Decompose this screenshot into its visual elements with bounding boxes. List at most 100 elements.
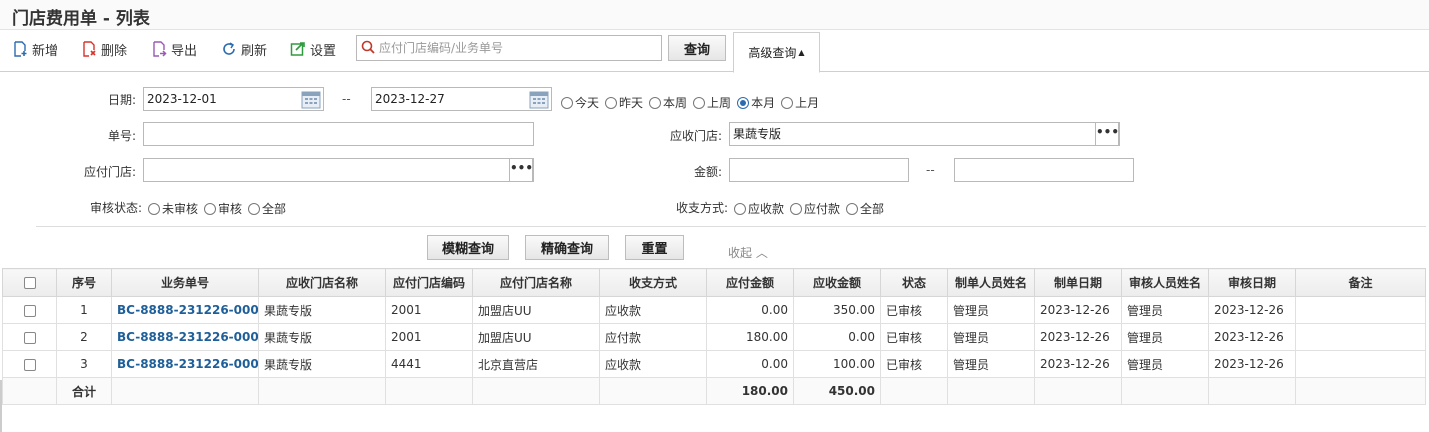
cell-auditor: 管理员 xyxy=(1121,323,1209,351)
export-button[interactable]: 导出 xyxy=(151,39,197,59)
cell-remark xyxy=(1295,350,1426,378)
radio-button[interactable] xyxy=(790,202,803,215)
audit-status-label: 审核状态: xyxy=(89,201,142,215)
receive-store-field[interactable]: 果蔬专版 ••• xyxy=(729,122,1120,146)
amount-from-input[interactable] xyxy=(729,158,909,182)
radio-button[interactable] xyxy=(248,202,261,215)
row-select-cell xyxy=(2,296,57,324)
pay-mode-payable[interactable]: 应付款 xyxy=(790,200,840,217)
date-preset-today[interactable]: 今天 xyxy=(561,94,599,111)
cell-audit-date: 2023-12-26 xyxy=(1208,296,1296,324)
column-header[interactable]: 状态 xyxy=(880,268,948,297)
date-preset-yesterday[interactable]: 昨天 xyxy=(605,94,643,111)
radio-button[interactable] xyxy=(204,202,217,215)
audit-audited[interactable]: 审核 xyxy=(204,200,242,217)
column-header[interactable]: 制单人员姓名 xyxy=(947,268,1035,297)
search-box xyxy=(356,35,662,61)
radio-button[interactable] xyxy=(781,96,794,109)
radio-button[interactable] xyxy=(148,202,160,215)
cell-pay-store-name: 加盟店UU xyxy=(472,296,600,324)
settings-icon xyxy=(290,41,306,57)
pay-mode-receivable[interactable]: 应收款 xyxy=(734,200,784,217)
cell-receive-amount: 100.00 xyxy=(793,350,881,378)
date-from-value: 2023-12-01 xyxy=(147,92,217,106)
cell-creator: 管理员 xyxy=(947,323,1035,351)
cell-audit-date: 2023-12-26 xyxy=(1208,323,1296,351)
date-preset-last-month[interactable]: 上月 xyxy=(781,94,819,111)
date-from-field[interactable]: 2023-12-01 xyxy=(143,87,324,111)
column-header[interactable]: 应收金额 xyxy=(793,268,881,297)
delete-button[interactable]: 删除 xyxy=(81,39,127,59)
date-preset-last-week[interactable]: 上周 xyxy=(693,94,731,111)
export-icon xyxy=(151,41,167,57)
query-button[interactable]: 查询 xyxy=(668,35,726,61)
fuzzy-query-button[interactable]: 模糊查询 xyxy=(427,235,509,260)
total-blank-cell xyxy=(1208,377,1296,405)
radio-button[interactable] xyxy=(693,96,706,109)
date-to-field[interactable]: 2023-12-27 xyxy=(371,87,552,111)
row-select-cell xyxy=(2,323,57,351)
cell-order-no-link[interactable]: BC-8888-231226-0003 xyxy=(111,296,259,324)
table-row[interactable]: 2 BC-8888-231226-0002 果蔬专版 2001 加盟店UU 应付… xyxy=(2,323,1426,351)
receive-store-picker-button[interactable]: ••• xyxy=(1095,122,1119,146)
cell-remark xyxy=(1295,323,1426,351)
audit-all[interactable]: 全部 xyxy=(248,200,286,217)
radio-label: 审核 xyxy=(218,202,243,216)
radio-button[interactable] xyxy=(846,202,859,215)
column-header[interactable]: 备注 xyxy=(1295,268,1426,297)
cell-create-date: 2023-12-26 xyxy=(1034,296,1122,324)
cell-pay-mode: 应收款 xyxy=(599,350,707,378)
column-header[interactable]: 应付金额 xyxy=(706,268,794,297)
cell-receive-amount: 350.00 xyxy=(793,296,881,324)
column-header[interactable]: 审核日期 xyxy=(1208,268,1296,297)
cell-pay-mode: 应付款 xyxy=(599,323,707,351)
pay-mode-all[interactable]: 全部 xyxy=(846,200,884,217)
row-checkbox[interactable] xyxy=(23,331,36,344)
row-checkbox[interactable] xyxy=(23,304,36,317)
refresh-button[interactable]: 刷新 xyxy=(221,39,267,59)
calendar-icon[interactable] xyxy=(529,90,549,109)
collapse-filters-link[interactable]: 收起 ︿ xyxy=(728,244,768,261)
order-no-input[interactable] xyxy=(143,122,534,146)
radio-button[interactable] xyxy=(737,96,750,109)
column-header[interactable]: 业务单号 xyxy=(111,268,259,297)
receive-store-label: 应收门店: xyxy=(669,129,722,143)
date-preset-this-week[interactable]: 本周 xyxy=(649,94,687,111)
add-button[interactable]: 新增 xyxy=(12,39,58,59)
radio-button[interactable] xyxy=(734,202,746,215)
table-row[interactable]: 1 BC-8888-231226-0003 果蔬专版 2001 加盟店UU 应收… xyxy=(2,296,1426,324)
column-header[interactable]: 应付门店编码 xyxy=(385,268,473,297)
cell-seq: 3 xyxy=(56,350,112,378)
amount-to-input[interactable] xyxy=(954,158,1134,182)
radio-button[interactable] xyxy=(561,96,573,109)
column-header[interactable]: 制单日期 xyxy=(1034,268,1122,297)
toolbar: 新增 删除 导出 刷新 设置 查询 高级查询 ▲ xyxy=(0,30,1429,73)
exact-query-button[interactable]: 精确查询 xyxy=(525,235,609,260)
search-input[interactable] xyxy=(379,41,659,55)
column-header[interactable]: 应收门店名称 xyxy=(258,268,386,297)
radio-label: 上月 xyxy=(795,96,820,110)
radio-button[interactable] xyxy=(649,96,662,109)
date-label: 日期: xyxy=(107,93,136,107)
row-checkbox[interactable] xyxy=(23,358,36,371)
calendar-icon[interactable] xyxy=(301,90,321,109)
pay-store-picker-button[interactable]: ••• xyxy=(509,158,533,182)
reset-button[interactable]: 重置 xyxy=(625,235,684,260)
column-header[interactable]: 应付门店名称 xyxy=(472,268,600,297)
amount-label: 金额: xyxy=(693,165,722,179)
column-header[interactable]: 序号 xyxy=(56,268,112,297)
radio-button[interactable] xyxy=(605,96,618,109)
search-icon xyxy=(361,40,375,57)
pay-store-field[interactable]: ••• xyxy=(143,158,534,182)
date-preset-this-month[interactable]: 本月 xyxy=(737,94,775,111)
settings-button[interactable]: 设置 xyxy=(290,39,336,59)
cell-order-no-link[interactable]: BC-8888-231226-0002 xyxy=(111,323,259,351)
advanced-query-tab[interactable]: 高级查询 ▲ xyxy=(733,32,820,73)
select-all-checkbox[interactable] xyxy=(23,277,36,289)
audit-unaudited[interactable]: 未审核 xyxy=(148,200,198,217)
table-row[interactable]: 3 BC-8888-231226-0001 果蔬专版 4441 北京直营店 应收… xyxy=(2,350,1426,378)
column-header[interactable]: 收支方式 xyxy=(599,268,707,297)
cell-order-no-link[interactable]: BC-8888-231226-0001 xyxy=(111,350,259,378)
column-header[interactable]: 审核人员姓名 xyxy=(1121,268,1209,297)
cell-receive-store: 果蔬专版 xyxy=(258,296,386,324)
